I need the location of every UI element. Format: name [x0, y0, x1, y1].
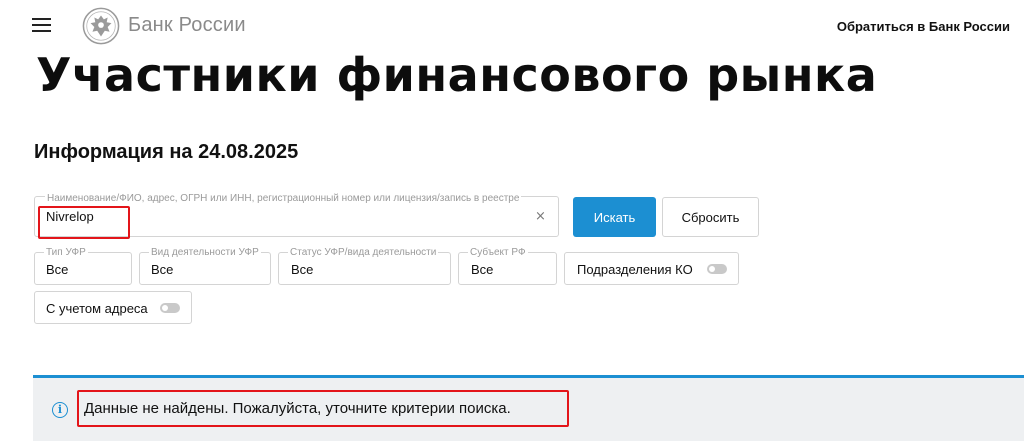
reset-button[interactable]: Сбросить [662, 197, 759, 237]
branches-toggle[interactable]: Подразделения КО [564, 252, 739, 285]
page-title: Участники финансового рынка [36, 48, 878, 102]
search-value-highlight-box [38, 206, 130, 239]
search-input-label: Наименование/ФИО, адрес, ОГРН или ИНН, р… [45, 193, 522, 204]
filter-activity-type-label: Вид деятельности УФР [149, 247, 261, 258]
info-icon: i [52, 402, 68, 418]
filter-ufr-type-label: Тип УФР [44, 247, 88, 258]
hamburger-menu-icon[interactable] [32, 18, 51, 32]
clear-search-icon[interactable]: × [535, 209, 546, 224]
filter-region-value: Все [471, 262, 494, 277]
filter-status-label: Статус УФР/вида деятельности [288, 247, 439, 258]
branches-toggle-switch[interactable] [707, 264, 727, 274]
info-date-heading: Информация на 24.08.2025 [34, 141, 299, 163]
filter-region-label: Субъект РФ [468, 247, 528, 258]
filter-ufr-type-value: Все [46, 262, 69, 277]
filter-status-value: Все [291, 262, 314, 277]
address-toggle-switch[interactable] [160, 303, 180, 313]
filter-activity-type-value: Все [151, 262, 174, 277]
search-button[interactable]: Искать [573, 197, 656, 237]
contact-bank-link[interactable]: Обратиться в Банк России [837, 19, 1010, 34]
address-toggle[interactable]: С учетом адреса [34, 291, 192, 324]
branches-toggle-label: Подразделения КО [577, 262, 693, 277]
bank-of-russia-emblem-icon[interactable] [82, 7, 120, 45]
address-toggle-label: С учетом адреса [46, 301, 148, 316]
message-highlight-box [77, 390, 569, 427]
brand-name[interactable]: Банк России [128, 14, 246, 37]
